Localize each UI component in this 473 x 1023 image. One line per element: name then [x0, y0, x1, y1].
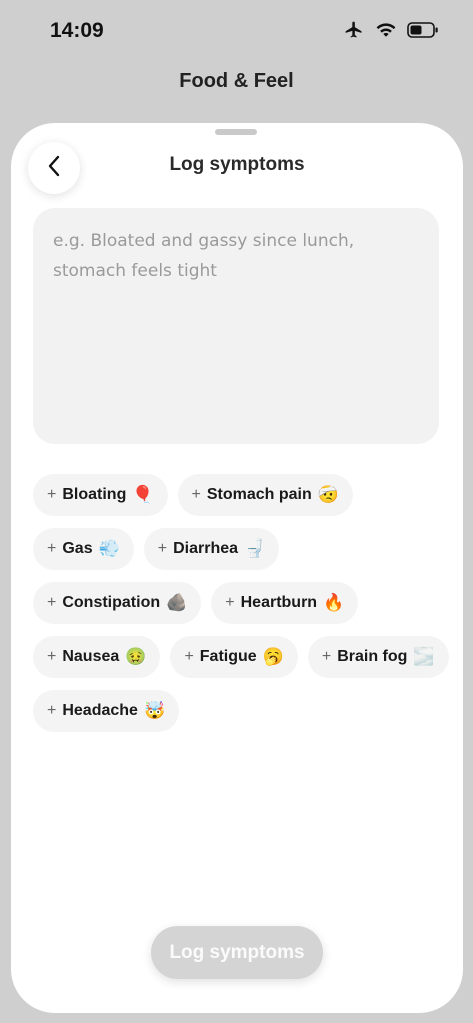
nauseated-face-icon: 🤢 [125, 647, 147, 666]
status-icons [343, 20, 439, 44]
balloon-icon: 🎈 [132, 485, 154, 504]
chip-gas[interactable]: + Gas 💨 [33, 528, 134, 570]
plus-icon: + [321, 648, 332, 665]
chip-label: Constipation [62, 594, 161, 611]
airplane-icon [343, 20, 365, 44]
fog-icon: 🌫️ [413, 647, 435, 666]
symptom-chips: + Bloating 🎈 + Stomach pain 🤕 + Gas 💨 + … [33, 474, 453, 732]
chip-label: Nausea [62, 648, 120, 665]
yawning-face-icon: 🥱 [262, 647, 284, 666]
chip-diarrhea[interactable]: + Diarrhea 🚽 [143, 528, 280, 570]
dash-icon: 💨 [98, 539, 120, 558]
sheet-title: Log symptoms [169, 154, 305, 175]
plus-icon: + [47, 486, 57, 503]
plus-icon: + [47, 702, 57, 719]
plus-icon: + [157, 540, 168, 557]
rock-icon: 🪨 [166, 593, 188, 612]
wifi-icon [375, 21, 397, 43]
plus-icon: + [184, 648, 194, 665]
fire-icon: 🔥 [323, 593, 345, 612]
chip-fatigue[interactable]: + Fatigue 🥱 [170, 636, 298, 678]
chip-headache[interactable]: + Headache 🤯 [33, 690, 180, 732]
toilet-icon: 🚽 [244, 539, 266, 558]
status-bar: 14:09 [0, 0, 473, 64]
chip-label: Bloating [62, 486, 127, 503]
chip-brain-fog[interactable]: + Brain fog 🌫️ [307, 636, 449, 678]
plus-icon: + [191, 486, 201, 503]
chip-label: Heartburn [240, 594, 318, 611]
chip-bloating[interactable]: + Bloating 🎈 [33, 474, 168, 516]
plus-icon: + [47, 648, 57, 665]
app-title: Food & Feel [179, 70, 294, 92]
plus-icon: + [47, 540, 57, 557]
chip-constipation[interactable]: + Constipation 🪨 [33, 582, 202, 624]
exploding-head-icon: 🤯 [143, 701, 166, 720]
chip-label: Diarrhea [173, 540, 239, 557]
plus-icon: + [47, 594, 57, 611]
symptom-description-input[interactable] [33, 208, 439, 444]
chip-label: Brain fog [337, 648, 408, 665]
battery-icon [407, 22, 439, 42]
chip-label: Fatigue [199, 648, 257, 665]
sheet-grabber[interactable] [215, 129, 257, 135]
chip-label: Gas [62, 540, 93, 557]
hurt-face-icon: 🤕 [317, 485, 339, 504]
chip-label: Stomach pain [206, 486, 312, 503]
chip-nausea[interactable]: + Nausea 🤢 [33, 636, 161, 678]
chip-stomach-pain[interactable]: + Stomach pain 🤕 [177, 474, 353, 516]
log-symptoms-sheet: Log symptoms + Bloating 🎈 + Stomach pain… [11, 123, 463, 1013]
status-time: 14:09 [50, 19, 104, 42]
chip-label: Headache [62, 702, 138, 719]
plus-icon: + [225, 594, 235, 611]
log-symptoms-button[interactable]: Log symptoms [151, 926, 323, 979]
chip-heartburn[interactable]: + Heartburn 🔥 [211, 582, 359, 624]
